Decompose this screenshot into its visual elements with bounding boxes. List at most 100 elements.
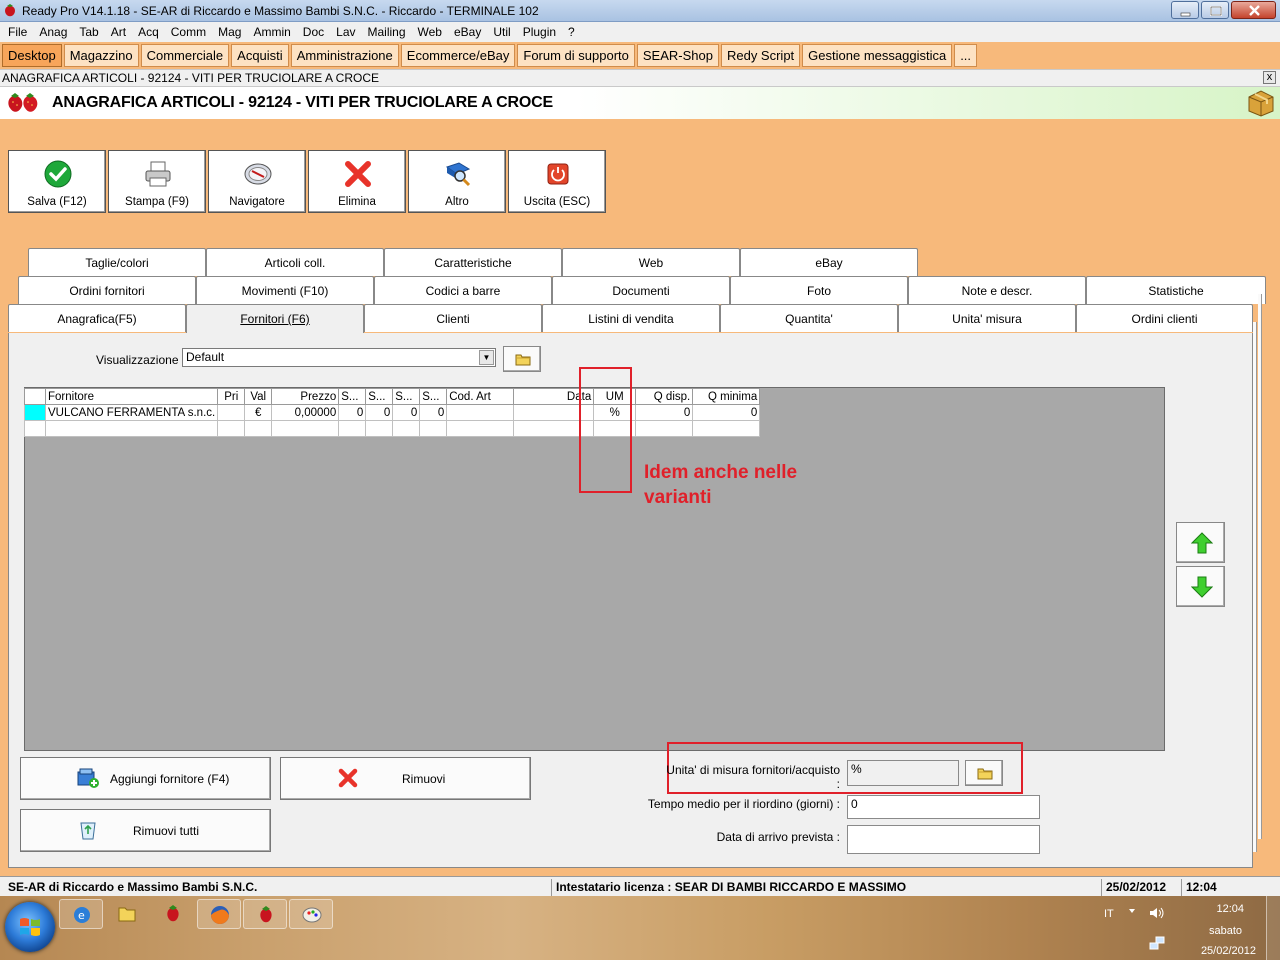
menu-art[interactable]: Art	[105, 22, 132, 42]
minimize-button[interactable]	[1171, 1, 1199, 19]
menu-doc[interactable]: Doc	[297, 22, 330, 42]
tab-taglie-colori[interactable]: Taglie/colori	[28, 248, 206, 276]
col-val[interactable]: Val	[244, 388, 273, 405]
tab-clienti[interactable]: Clienti	[364, 304, 542, 332]
cell-cod-art[interactable]	[446, 404, 515, 421]
start-button[interactable]	[5, 902, 55, 952]
tab-codici-a-barre[interactable]: Codici a barre	[374, 276, 552, 304]
tab-ebay[interactable]: eBay	[740, 248, 918, 276]
cell-s4[interactable]: 0	[419, 404, 448, 421]
close-button[interactable]	[1231, 1, 1276, 19]
cell-s3[interactable]: 0	[392, 404, 421, 421]
tab-statistiche[interactable]: Statistiche	[1086, 276, 1266, 304]
remove-all-button[interactable]: Rimuovi tutti	[20, 809, 271, 852]
menu-mailing[interactable]: Mailing	[362, 22, 412, 42]
taskbar-firefox[interactable]	[197, 899, 241, 929]
tab-note-descr[interactable]: Note e descr.	[908, 276, 1086, 304]
col-s3[interactable]: S...	[392, 388, 421, 405]
visualizzazione-dropdown[interactable]: Default ▼	[182, 348, 496, 367]
menu-tab[interactable]: Tab	[73, 22, 104, 42]
menu-file[interactable]: File	[2, 22, 33, 42]
taskbar-explorer[interactable]	[105, 899, 149, 929]
cell-fornitore[interactable]: VULCANO FERRAMENTA s.n.c.	[44, 404, 219, 421]
print-button[interactable]: Stampa (F9)	[108, 150, 206, 213]
arrival-date-field[interactable]	[847, 825, 1040, 854]
col-prezzo[interactable]: Prezzo	[271, 388, 340, 405]
menu-util[interactable]: Util	[487, 22, 516, 42]
module-tab-sear-shop[interactable]: SEAR-Shop	[636, 44, 719, 67]
module-tab-redy-script[interactable]: Redy Script	[720, 44, 801, 67]
maximize-button[interactable]	[1201, 1, 1229, 19]
menu-acq[interactable]: Acq	[132, 22, 165, 42]
tab-fornitori[interactable]: Fornitori (F6)	[186, 304, 364, 334]
taskbar-paint[interactable]	[289, 899, 333, 929]
other-button[interactable]: Altro	[408, 150, 506, 213]
window-title-bar[interactable]: Ready Pro V14.1.18 - SE-AR di Riccardo e…	[0, 0, 1280, 22]
cell-s1[interactable]: 0	[338, 404, 367, 421]
menu-plugin[interactable]: Plugin	[517, 22, 562, 42]
um-fornitori-folder-button[interactable]	[965, 760, 1003, 786]
tab-ordini-fornitori[interactable]: Ordini fornitori	[18, 276, 196, 304]
tab-listini-vendita[interactable]: Listini di vendita	[542, 304, 720, 332]
module-tab-commerciale[interactable]: Commerciale	[140, 44, 230, 67]
module-tab-magazzino[interactable]: Magazzino	[63, 44, 139, 67]
module-tab-ecommerce[interactable]: Ecommerce/eBay	[400, 44, 516, 67]
tab-movimenti[interactable]: Movimenti (F10)	[196, 276, 374, 304]
network-icon[interactable]	[1148, 934, 1166, 952]
cell-val[interactable]: €	[244, 404, 273, 421]
tab-unita-misura[interactable]: Unita' misura	[898, 304, 1076, 332]
move-down-button[interactable]	[1176, 566, 1225, 607]
cell-prezzo[interactable]: 0,00000	[271, 404, 340, 421]
cell-q-minima[interactable]: 0	[692, 404, 761, 421]
taskbar-date[interactable]: 25/02/2012	[1201, 945, 1256, 957]
delete-button[interactable]: Elimina	[308, 150, 406, 213]
module-tab-messaggistica[interactable]: Gestione messaggistica	[802, 44, 953, 67]
cell-s2[interactable]: 0	[365, 404, 394, 421]
menu-anag[interactable]: Anag	[33, 22, 73, 42]
tab-anagrafica[interactable]: Anagrafica(F5)	[8, 304, 186, 332]
menu-comm[interactable]: Comm	[165, 22, 212, 42]
cell-q-disp[interactable]: 0	[635, 404, 694, 421]
speaker-volume-icon[interactable]	[1148, 906, 1166, 920]
flag-arrow-icon[interactable]	[1127, 906, 1137, 916]
row-selector[interactable]	[24, 404, 46, 421]
menu-web[interactable]: Web	[412, 22, 448, 42]
tab-ordini-clienti[interactable]: Ordini clienti	[1076, 304, 1253, 332]
language-indicator[interactable]: IT	[1104, 908, 1114, 920]
chevron-down-icon[interactable]: ▼	[479, 350, 494, 365]
col-fornitore[interactable]: Fornitore	[44, 388, 219, 405]
menu-ammin[interactable]: Ammin	[247, 22, 296, 42]
taskbar-ready-pro-1[interactable]	[151, 899, 195, 929]
module-tab-acquisti[interactable]: Acquisti	[231, 44, 289, 67]
child-window-close-button[interactable]: x	[1263, 71, 1276, 84]
exit-button[interactable]: Uscita (ESC)	[508, 150, 606, 213]
tab-articoli-coll[interactable]: Articoli coll.	[206, 248, 384, 276]
menu-ebay[interactable]: eBay	[448, 22, 487, 42]
move-up-button[interactable]	[1176, 522, 1225, 563]
menu-mag[interactable]: Mag	[212, 22, 247, 42]
module-tab-amministrazione[interactable]: Amministrazione	[290, 44, 399, 67]
module-tab-desktop[interactable]: Desktop	[2, 44, 62, 67]
col-q-minima[interactable]: Q minima	[692, 388, 761, 405]
menu-lav[interactable]: Lav	[330, 22, 361, 42]
add-supplier-button[interactable]: Aggiungi fornitore (F4)	[20, 757, 271, 800]
cell-pri[interactable]	[217, 404, 246, 421]
col-s1[interactable]: S...	[338, 388, 367, 405]
col-q-disp[interactable]: Q disp.	[635, 388, 694, 405]
col-pri[interactable]: Pri	[217, 388, 246, 405]
navigator-button[interactable]: Navigatore	[208, 150, 306, 213]
table-row[interactable]: VULCANO FERRAMENTA s.n.c. € 0,00000 0 0 …	[24, 404, 761, 421]
tab-documenti[interactable]: Documenti	[552, 276, 730, 304]
save-button[interactable]: Salva (F12)	[8, 150, 106, 213]
tab-web[interactable]: Web	[562, 248, 740, 276]
taskbar-ready-pro-2[interactable]	[243, 899, 287, 929]
visualizzazione-folder-button[interactable]	[503, 346, 541, 372]
tab-quantita[interactable]: Quantita'	[720, 304, 898, 332]
col-cod-art[interactable]: Cod. Art	[446, 388, 515, 405]
lead-time-field[interactable]: 0	[847, 795, 1040, 819]
menu-help[interactable]: ?	[562, 22, 581, 42]
module-tab-more[interactable]: ...	[954, 44, 978, 67]
table-row-empty[interactable]	[24, 420, 761, 437]
show-desktop-button[interactable]	[1266, 896, 1280, 960]
module-tab-forum[interactable]: Forum di supporto	[517, 44, 635, 67]
